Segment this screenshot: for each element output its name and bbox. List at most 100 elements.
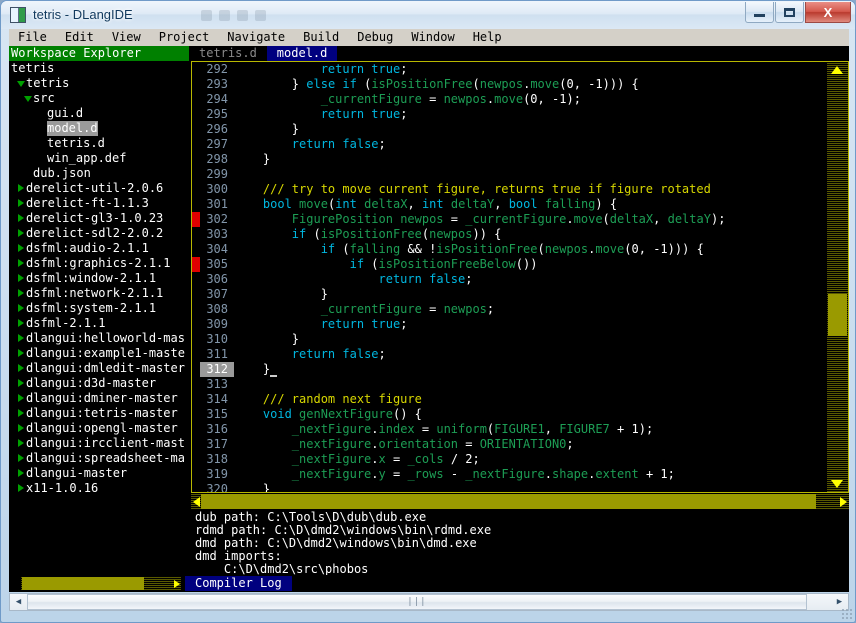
tree-collapsed-triangle-icon[interactable] <box>16 196 26 211</box>
tree-collapsed-triangle-icon[interactable] <box>16 466 26 481</box>
tree-expanded-triangle-icon[interactable] <box>16 76 26 91</box>
tree-item[interactable]: gui.d <box>9 106 189 121</box>
code-line[interactable]: 299 <box>192 167 826 182</box>
tab-tetris-d[interactable]: tetris.d <box>189 46 267 61</box>
tree-collapsed-triangle-icon[interactable] <box>16 301 26 316</box>
tree-collapsed-triangle-icon[interactable] <box>16 451 26 466</box>
scroll-right-arrow-icon[interactable] <box>840 497 847 507</box>
menu-debug[interactable]: Debug <box>348 29 402 46</box>
code-line[interactable]: 309 return true; <box>192 317 826 332</box>
compiler-log-panel[interactable]: dub path: C:\Tools\D\dub\dub.exe rdmd pat… <box>191 511 849 575</box>
breakpoint-gutter[interactable] <box>192 422 200 437</box>
code-line[interactable]: 318 _nextFigure.x = _cols / 2; <box>192 452 826 467</box>
code-line[interactable]: 317 _nextFigure.orientation = ORIENTATIO… <box>192 437 826 452</box>
code-line[interactable]: 305 if (isPositionFreeBelow()) <box>192 257 826 272</box>
breakpoint-gutter[interactable] <box>192 377 200 392</box>
code-line[interactable]: 301 bool move(int deltaX, int deltaY, bo… <box>192 197 826 212</box>
breakpoint-gutter[interactable] <box>192 317 200 332</box>
breakpoint-gutter[interactable] <box>192 302 200 317</box>
code-line[interactable]: 295 return true; <box>192 107 826 122</box>
window-scroll-left-arrow-icon[interactable]: ◀ <box>10 594 27 610</box>
breakpoint-gutter[interactable] <box>192 77 200 92</box>
tree-item[interactable]: derelict-gl3-1.0.23 <box>9 211 189 226</box>
tree-item[interactable]: dsfml:audio-2.1.1 <box>9 241 189 256</box>
code-editor[interactable]: 292 return true; 293 } else if (isPositio… <box>191 61 849 493</box>
code-line[interactable]: 302 FigurePosition newpos = _currentFigu… <box>192 212 826 227</box>
code-line[interactable]: 312 } <box>192 362 826 377</box>
tree-collapsed-triangle-icon[interactable] <box>16 226 26 241</box>
tree-item[interactable]: x11-1.0.16 <box>9 481 189 496</box>
scroll-up-arrow-icon[interactable] <box>831 66 843 74</box>
tree-collapsed-triangle-icon[interactable] <box>16 316 26 331</box>
tree-collapsed-triangle-icon[interactable] <box>16 256 26 271</box>
tree-item[interactable]: dlangui:dminer-master <box>9 391 189 406</box>
bottom-scrollbar-thumb[interactable] <box>22 577 144 590</box>
tree-item[interactable]: dlangui-master <box>9 466 189 481</box>
menu-window[interactable]: Window <box>402 29 463 46</box>
breakpoint-gutter[interactable] <box>192 197 200 212</box>
code-line[interactable]: 292 return true; <box>192 62 826 77</box>
tree-item[interactable]: dlangui:spreadsheet-ma <box>9 451 189 466</box>
breakpoint-marker-icon[interactable] <box>192 257 200 272</box>
tree-item[interactable]: dlangui:dmledit-master <box>9 361 189 376</box>
tree-collapsed-triangle-icon[interactable] <box>16 406 26 421</box>
tree-item[interactable]: win_app.def <box>9 151 189 166</box>
scroll-down-arrow-icon[interactable] <box>831 480 843 488</box>
tree-collapsed-triangle-icon[interactable] <box>16 331 26 346</box>
tab-compiler-log[interactable]: Compiler Log <box>185 576 292 591</box>
code-line[interactable]: 307 } <box>192 287 826 302</box>
code-line[interactable]: 303 if (isPositionFree(newpos)) { <box>192 227 826 242</box>
breakpoint-gutter[interactable] <box>192 437 200 452</box>
tree-item[interactable]: dsfml-2.1.1 <box>9 316 189 331</box>
menu-edit[interactable]: Edit <box>56 29 103 46</box>
code-line[interactable]: 310 } <box>192 332 826 347</box>
breakpoint-gutter[interactable] <box>192 407 200 422</box>
window-scroll-track[interactable]: ||| <box>27 594 831 610</box>
window-horizontal-scrollbar[interactable]: ◀ ||| ▶ <box>9 593 849 611</box>
tree-item[interactable]: derelict-ft-1.1.3 <box>9 196 189 211</box>
bottom-scroll-right-arrow-icon[interactable] <box>174 580 180 588</box>
breakpoint-gutter[interactable] <box>192 332 200 347</box>
tree-item[interactable]: tetris <box>9 76 189 91</box>
tree-item[interactable]: dlangui:d3d-master <box>9 376 189 391</box>
breakpoint-gutter[interactable] <box>192 347 200 362</box>
code-line[interactable]: 294 _currentFigure = newpos.move(0, -1); <box>192 92 826 107</box>
tree-item[interactable]: dlangui:opengl-master <box>9 421 189 436</box>
breakpoint-gutter[interactable] <box>192 452 200 467</box>
tree-collapsed-triangle-icon[interactable] <box>16 421 26 436</box>
breakpoint-gutter[interactable] <box>192 62 200 77</box>
code-line[interactable]: 306 return false; <box>192 272 826 287</box>
tree-item[interactable]: tetris.d <box>9 136 189 151</box>
tree-item[interactable]: src <box>9 91 189 106</box>
minimize-button[interactable] <box>745 2 774 23</box>
tree-collapsed-triangle-icon[interactable] <box>16 376 26 391</box>
tree-item[interactable]: dlangui:example1-maste <box>9 346 189 361</box>
breakpoint-gutter[interactable] <box>192 107 200 122</box>
breakpoint-gutter[interactable] <box>192 137 200 152</box>
tree-collapsed-triangle-icon[interactable] <box>16 436 26 451</box>
breakpoint-gutter[interactable] <box>192 152 200 167</box>
tree-item[interactable]: dsfml:window-2.1.1 <box>9 271 189 286</box>
tree-collapsed-triangle-icon[interactable] <box>16 271 26 286</box>
code-line[interactable]: 320 } <box>192 482 826 492</box>
breakpoint-gutter[interactable] <box>192 92 200 107</box>
tree-item[interactable]: dlangui:tetris-master <box>9 406 189 421</box>
bottom-horizontal-scrollbar[interactable] <box>21 576 181 591</box>
tree-expanded-triangle-icon[interactable] <box>23 91 33 106</box>
tree-collapsed-triangle-icon[interactable] <box>16 346 26 361</box>
tree-item[interactable]: derelict-util-2.0.6 <box>9 181 189 196</box>
tree-collapsed-triangle-icon[interactable] <box>16 391 26 406</box>
tree-collapsed-triangle-icon[interactable] <box>16 286 26 301</box>
tab-model-d[interactable]: model.d <box>266 46 338 61</box>
breakpoint-marker-icon[interactable] <box>192 212 200 227</box>
breakpoint-gutter[interactable] <box>192 467 200 482</box>
tree-item[interactable]: dsfml:system-2.1.1 <box>9 301 189 316</box>
code-line[interactable]: 315 void genNextFigure() { <box>192 407 826 422</box>
tree-item[interactable]: dsfml:graphics-2.1.1 <box>9 256 189 271</box>
maximize-button[interactable] <box>775 2 804 23</box>
menu-navigate[interactable]: Navigate <box>218 29 294 46</box>
code-line[interactable]: 311 return false; <box>192 347 826 362</box>
tree-collapsed-triangle-icon[interactable] <box>16 361 26 376</box>
breakpoint-gutter[interactable] <box>192 392 200 407</box>
window-scroll-thumb[interactable]: ||| <box>27 594 807 610</box>
